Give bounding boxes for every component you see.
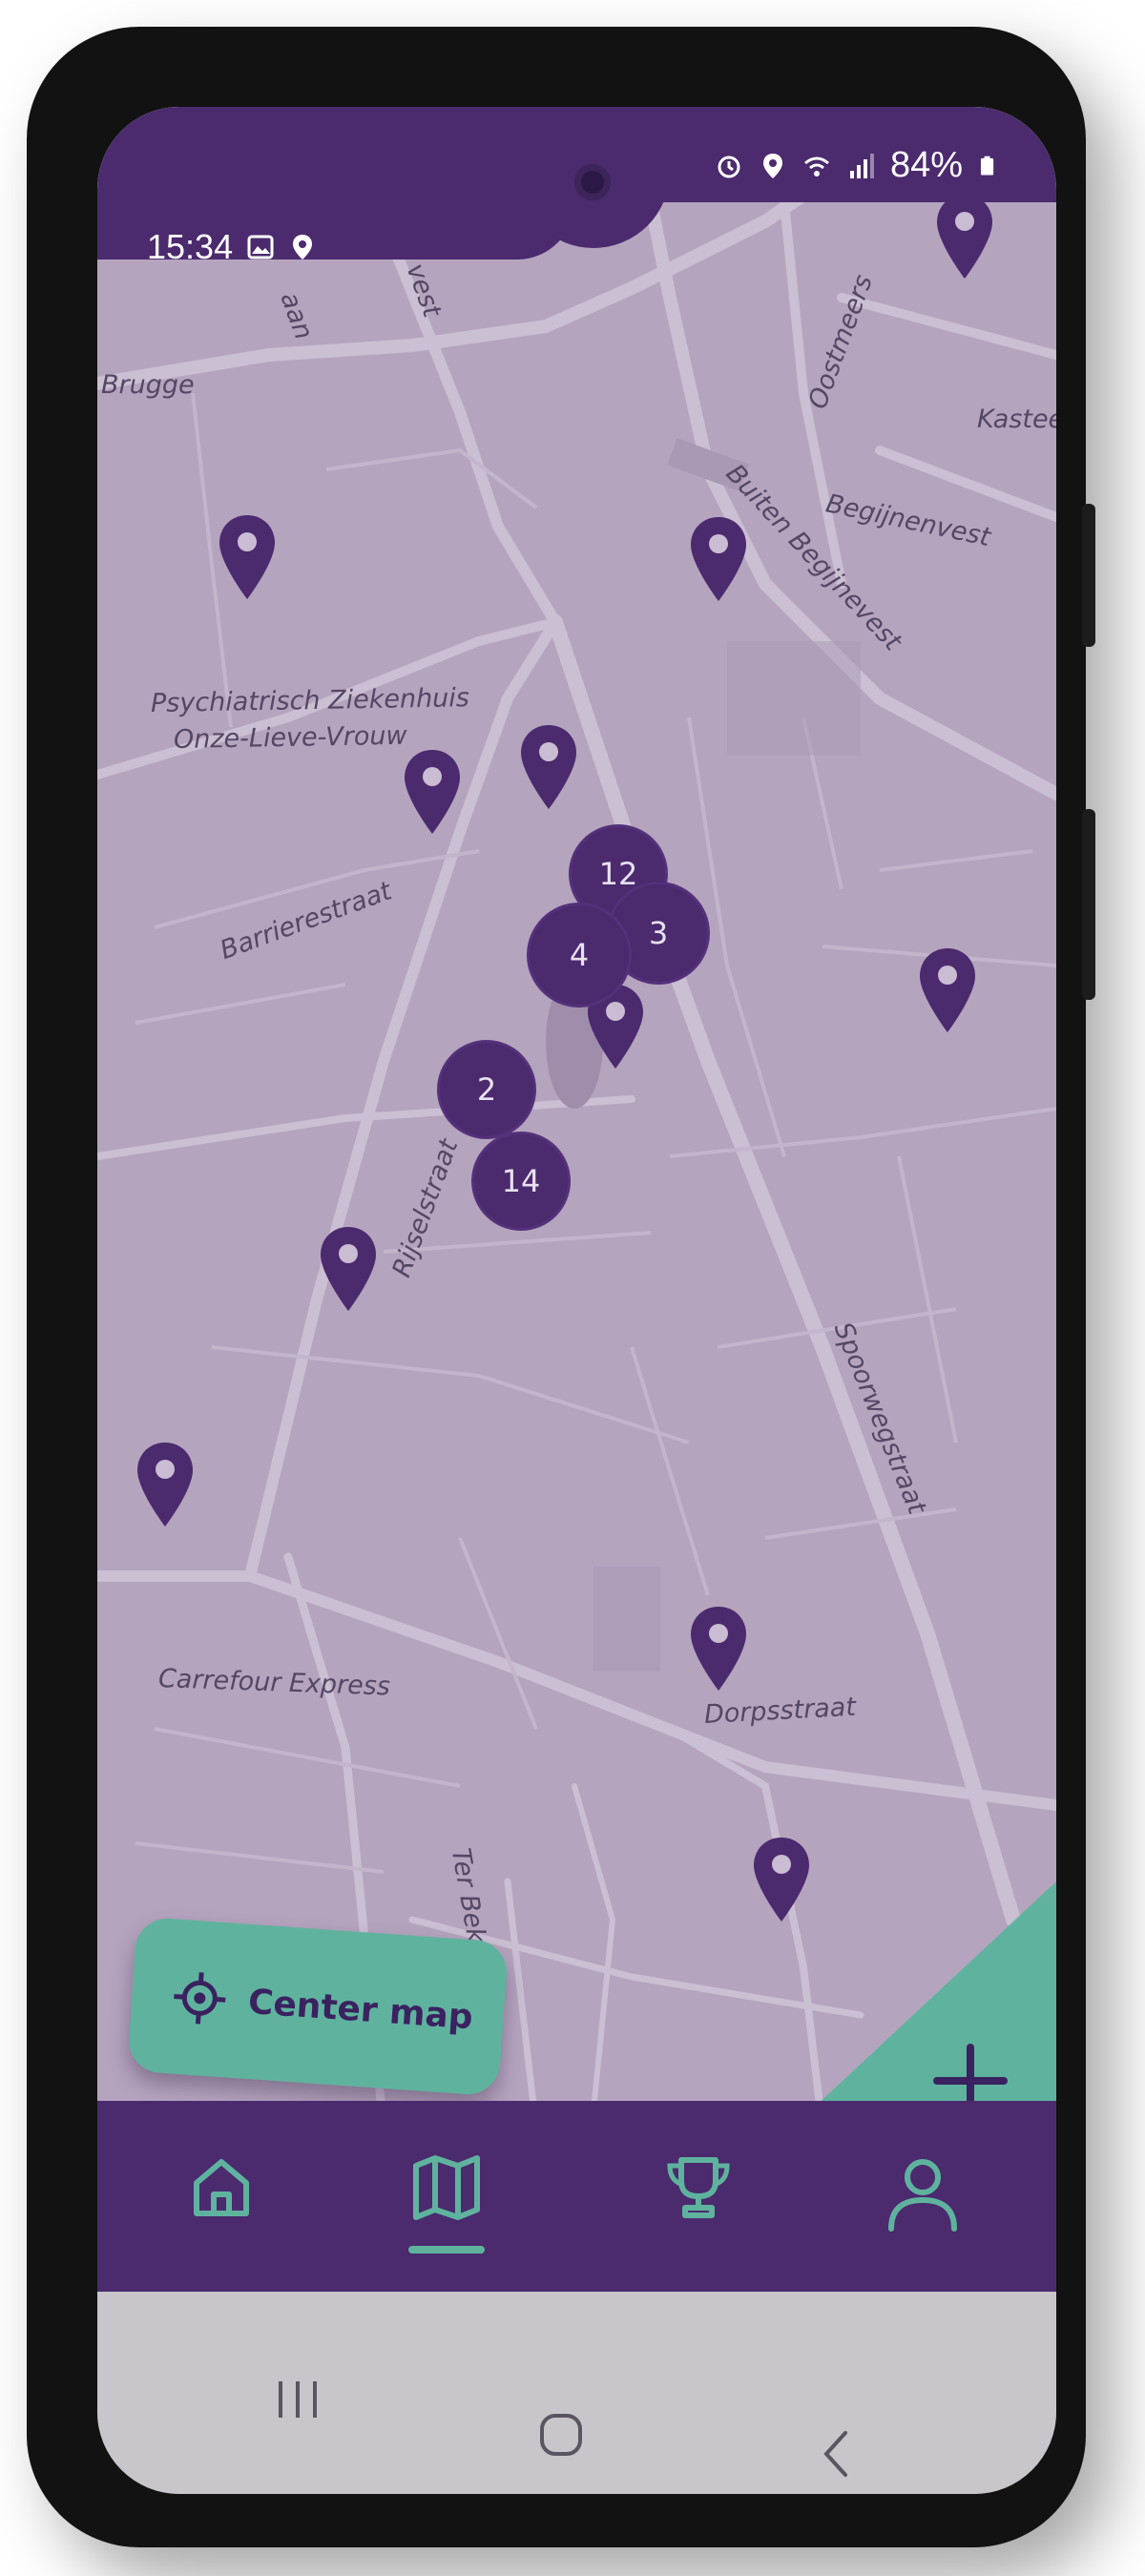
location-pin-icon[interactable] xyxy=(918,946,977,1034)
active-tab-indicator xyxy=(408,2246,485,2254)
center-map-button[interactable]: Center map xyxy=(126,1916,510,2097)
bottom-navigation xyxy=(97,2101,1056,2292)
map-view[interactable]: Brugge Psychiatrisch Ziekenhuis Onze-Lie… xyxy=(97,107,1056,2158)
home-circle-icon[interactable] xyxy=(532,2406,590,2463)
center-map-label: Center map xyxy=(246,1982,474,2037)
power-button xyxy=(1082,809,1095,1000)
location-pin-icon[interactable] xyxy=(403,748,462,836)
phone-screen: Brugge Psychiatrisch Ziekenhuis Onze-Lie… xyxy=(97,107,1056,2494)
nav-profile[interactable] xyxy=(880,2149,966,2254)
map-label: Psychiatrisch Ziekenhuis xyxy=(150,683,470,718)
location-pin-icon[interactable] xyxy=(218,513,277,601)
pin-cluster[interactable]: 14 xyxy=(471,1132,571,1231)
map-label: Kastee xyxy=(977,405,1056,434)
location-icon xyxy=(293,235,313,260)
trophy-icon xyxy=(667,2157,730,2218)
recent-apps-icon[interactable] xyxy=(269,2376,326,2423)
nav-map[interactable] xyxy=(408,2149,494,2254)
pin-cluster[interactable]: 4 xyxy=(527,903,632,1008)
battery-icon xyxy=(980,156,994,176)
image-icon xyxy=(247,235,274,260)
back-icon[interactable] xyxy=(813,2425,861,2483)
map-label: Onze-Lieve-Vrouw xyxy=(173,720,407,755)
battery-percentage: 84% xyxy=(889,145,963,185)
location-pin-icon[interactable] xyxy=(519,723,578,811)
volume-button xyxy=(1082,504,1095,647)
map-label: Brugge xyxy=(101,370,195,400)
status-left-group: 15:34 xyxy=(147,227,317,267)
location-icon xyxy=(762,153,782,178)
status-right-group: 84% xyxy=(715,145,999,186)
user-icon xyxy=(888,2159,957,2232)
nav-trophy[interactable] xyxy=(660,2149,746,2254)
crosshair-icon xyxy=(174,1972,226,2025)
map-icon xyxy=(413,2155,480,2220)
location-pin-icon[interactable] xyxy=(135,1441,195,1528)
home-icon xyxy=(194,2159,249,2216)
system-navigation-bar xyxy=(97,2292,1056,2494)
status-time: 15:34 xyxy=(147,227,234,266)
phone-frame: Brugge Psychiatrisch Ziekenhuis Onze-Lie… xyxy=(27,27,1095,2547)
location-pin-icon[interactable] xyxy=(935,193,994,280)
nav-home[interactable] xyxy=(183,2149,269,2254)
signal-icon xyxy=(849,153,874,178)
wifi-icon xyxy=(803,156,829,177)
location-pin-icon[interactable] xyxy=(689,1605,748,1693)
front-camera xyxy=(574,164,611,200)
location-pin-icon[interactable] xyxy=(689,515,748,603)
location-pin-icon[interactable] xyxy=(319,1225,378,1313)
alarm-icon xyxy=(718,156,740,177)
map-roads xyxy=(97,107,1056,2129)
pin-cluster[interactable]: 2 xyxy=(437,1040,536,1139)
